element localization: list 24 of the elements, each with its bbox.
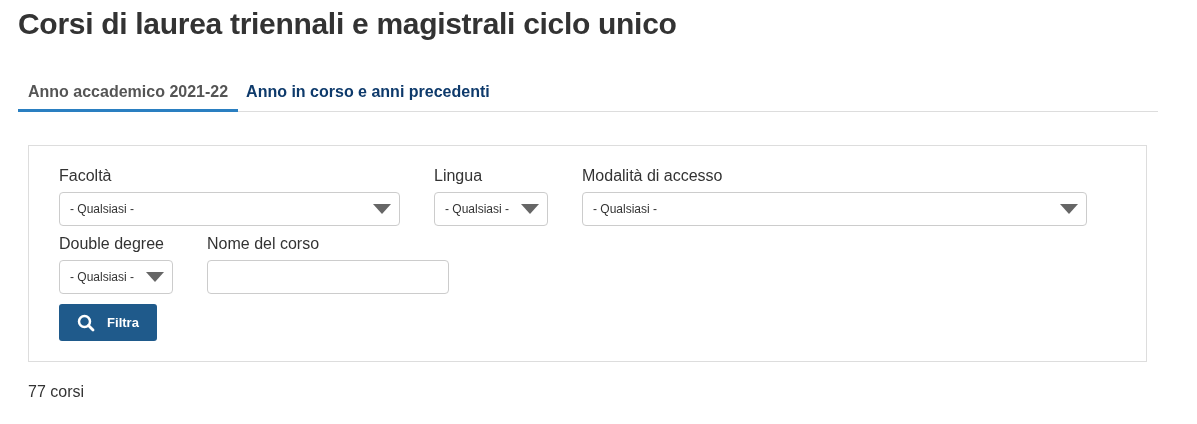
tab[interactable]: Anno accademico 2021-22 bbox=[18, 74, 239, 112]
page-title: Corsi di laurea triennali e magistrali ciclo unico bbox=[18, 6, 678, 42]
result-count: 77 corsi bbox=[28, 382, 86, 402]
tab[interactable]: Anno in corso e anni precedenti bbox=[238, 74, 498, 112]
dropdown[interactable]: - Qualsiasi - bbox=[582, 192, 1087, 226]
input-field[interactable] bbox=[207, 260, 449, 294]
field-label: Facoltà bbox=[59, 166, 113, 186]
caret-icon bbox=[521, 204, 539, 214]
search-icon bbox=[77, 313, 96, 332]
dropdown-value: - Qualsiasi - bbox=[70, 269, 134, 286]
dropdown-value: - Qualsiasi - bbox=[593, 201, 657, 218]
field-label: Nome del corso bbox=[207, 234, 321, 254]
caret-icon bbox=[146, 272, 164, 282]
field-label: Double degree bbox=[59, 234, 165, 254]
filter-button[interactable]: Filtra bbox=[59, 304, 157, 341]
dropdown[interactable]: - Qualsiasi - bbox=[59, 260, 173, 294]
dropdown[interactable]: - Qualsiasi - bbox=[434, 192, 548, 226]
field-label: Lingua bbox=[434, 166, 484, 186]
dropdown[interactable]: - Qualsiasi - bbox=[59, 192, 400, 226]
caret-icon bbox=[373, 204, 391, 214]
dropdown-value: - Qualsiasi - bbox=[445, 201, 509, 218]
field-label: Modalità di accesso bbox=[582, 166, 724, 186]
dropdown-value: - Qualsiasi - bbox=[70, 201, 134, 218]
caret-icon bbox=[1060, 204, 1078, 214]
